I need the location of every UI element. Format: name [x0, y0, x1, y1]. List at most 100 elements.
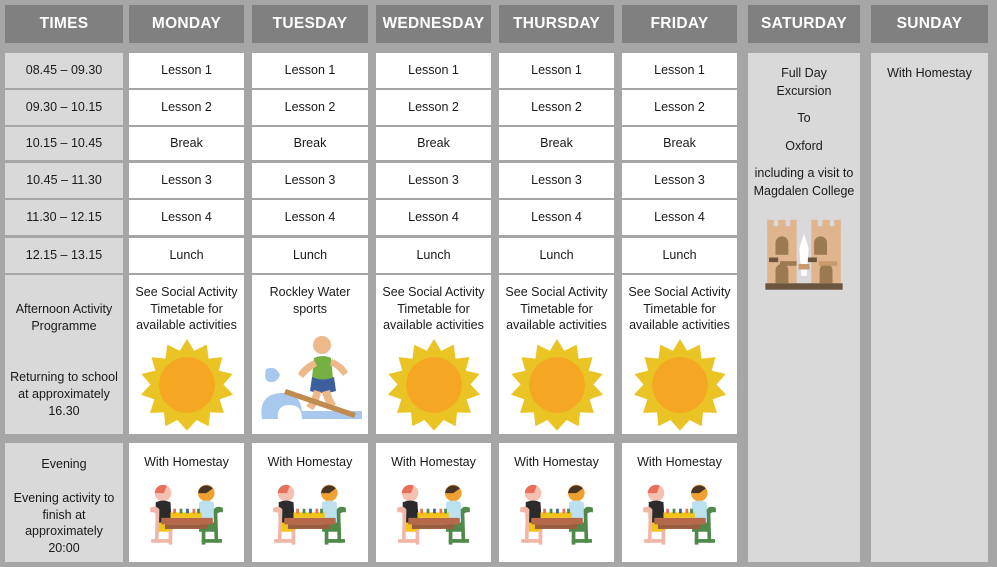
cell-tuesday-slot3: Break	[252, 127, 368, 160]
header-friday-label: FRIDAY	[650, 15, 709, 32]
time-slot-2: 09.30 – 10.15	[5, 90, 123, 125]
header-sunday: SUNDAY	[871, 5, 988, 43]
cell-friday-slot2: Lesson 2	[622, 90, 737, 125]
cell-label: With Homestay	[391, 455, 476, 469]
cell-sunday-homestay: With Homestay	[871, 53, 988, 562]
homestay-dining-icon	[376, 471, 491, 562]
cell-label: Lesson 2	[284, 100, 336, 115]
sunday-label: With Homestay	[887, 66, 972, 80]
time-slot-5: 11.30 – 12.15	[5, 200, 123, 235]
time-slot-2-label: 09.30 – 10.15	[25, 100, 103, 115]
cell-thursday-slot1: Lesson 1	[499, 53, 614, 88]
cell-monday-slot4: Lesson 3	[129, 163, 244, 198]
header-monday: MONDAY	[129, 5, 244, 43]
cell-friday-slot1: Lesson 1	[622, 53, 737, 88]
cell-label: Lesson 3	[284, 173, 336, 188]
cell-thursday-slot3: Break	[499, 127, 614, 160]
time-slot-afternoon: Afternoon Activity Programme Returning t…	[5, 275, 123, 434]
cell-wednesday-slot6: Lunch	[376, 238, 491, 273]
cell-wednesday-slot5: Lesson 4	[376, 200, 491, 235]
cell-tuesday-afternoon: Rockley Water sports	[252, 275, 368, 434]
homestay-dining-icon	[499, 471, 614, 562]
time-slot-1-label: 08.45 – 09.30	[25, 63, 103, 78]
cell-label: See Social Activity Timetable for availa…	[628, 285, 731, 332]
sun-icon	[129, 334, 244, 435]
cell-wednesday-slot2: Lesson 2	[376, 90, 491, 125]
cell-label: Lunch	[539, 248, 574, 263]
cell-label: With Homestay	[144, 455, 229, 469]
cell-label: Break	[417, 136, 450, 151]
time-slot-6: 12.15 – 13.15	[5, 238, 123, 273]
cell-label: Lunch	[169, 248, 204, 263]
cell-label: Lesson 3	[654, 173, 705, 188]
cell-label: See Social Activity Timetable for availa…	[135, 285, 238, 332]
cell-tuesday-slot6: Lunch	[252, 238, 368, 273]
cell-friday-slot5: Lesson 4	[622, 200, 737, 235]
cell-thursday-evening: With Homestay	[499, 443, 614, 562]
cell-tuesday-slot1: Lesson 1	[252, 53, 368, 88]
time-slot-4: 10.45 – 11.30	[5, 163, 123, 198]
cell-label: With Homestay	[637, 455, 722, 469]
saturday-to: To	[797, 111, 811, 125]
header-wednesday-label: WEDNESDAY	[382, 15, 485, 32]
cell-wednesday-slot3: Break	[376, 127, 491, 160]
sun-icon	[376, 334, 491, 435]
time-slot-6-label: 12.15 – 13.15	[25, 248, 103, 263]
header-times: TIMES	[5, 5, 123, 43]
cell-monday-slot6: Lunch	[129, 238, 244, 273]
header-friday: FRIDAY	[622, 5, 737, 43]
header-saturday-label: SATURDAY	[761, 15, 847, 32]
weekly-timetable: TIMES MONDAY TUESDAY WEDNESDAY THURSDAY …	[0, 0, 997, 567]
homestay-dining-icon	[622, 471, 737, 562]
cell-label: Lunch	[416, 248, 451, 263]
cell-label: Lesson 1	[161, 63, 212, 78]
cell-label: Lesson 4	[531, 210, 582, 225]
cell-tuesday-slot4: Lesson 3	[252, 163, 368, 198]
cell-label: Break	[293, 136, 327, 151]
cell-label: Rockley Water sports	[269, 285, 351, 316]
time-slot-3: 10.15 – 10.45	[5, 127, 123, 160]
cell-thursday-slot4: Lesson 3	[499, 163, 614, 198]
cell-label: Lesson 4	[284, 210, 336, 225]
castle-icon	[748, 200, 860, 298]
cell-tuesday-evening: With Homestay	[252, 443, 368, 562]
cell-label: See Social Activity Timetable for availa…	[382, 285, 485, 332]
sun-icon	[622, 334, 737, 435]
cell-label: Lesson 2	[654, 100, 705, 115]
time-slot-evening: Evening Evening activity to finish at ap…	[5, 443, 123, 562]
saturday-destination: Oxford	[785, 138, 823, 153]
surfer-icon	[252, 317, 368, 434]
cell-label: See Social Activity Timetable for availa…	[505, 285, 608, 332]
time-slot-evening-label: Evening Evening activity to finish at ap…	[13, 456, 115, 556]
cell-thursday-slot6: Lunch	[499, 238, 614, 273]
homestay-dining-icon	[129, 471, 244, 562]
cell-monday-slot5: Lesson 4	[129, 200, 244, 235]
cell-label: Lesson 3	[531, 173, 582, 188]
time-slot-4-label: 10.45 – 11.30	[26, 173, 102, 188]
header-thursday: THURSDAY	[499, 5, 614, 43]
cell-label: With Homestay	[267, 455, 353, 469]
header-tuesday-label: TUESDAY	[272, 15, 348, 32]
cell-label: Lesson 3	[161, 173, 212, 188]
cell-wednesday-afternoon: See Social Activity Timetable for availa…	[376, 275, 491, 434]
cell-label: Lesson 2	[408, 100, 459, 115]
header-saturday: SATURDAY	[748, 5, 860, 43]
cell-friday-evening: With Homestay	[622, 443, 737, 562]
cell-label: Lesson 4	[161, 210, 212, 225]
header-monday-label: MONDAY	[151, 15, 222, 32]
cell-label: Lesson 1	[654, 63, 705, 78]
cell-monday-afternoon: See Social Activity Timetable for availa…	[129, 275, 244, 434]
cell-thursday-afternoon: See Social Activity Timetable for availa…	[499, 275, 614, 434]
cell-monday-slot1: Lesson 1	[129, 53, 244, 88]
cell-wednesday-evening: With Homestay	[376, 443, 491, 562]
cell-thursday-slot5: Lesson 4	[499, 200, 614, 235]
cell-label: Lesson 2	[161, 100, 212, 115]
cell-monday-evening: With Homestay	[129, 443, 244, 562]
cell-saturday-excursion: Full Day Excursion To Oxford including a…	[748, 53, 860, 562]
cell-label: Lesson 1	[284, 63, 336, 78]
sun-icon	[499, 334, 614, 435]
saturday-detail: including a visit to Magdalen College	[753, 166, 855, 198]
cell-label: Lunch	[292, 248, 328, 263]
cell-label: Lesson 3	[408, 173, 459, 188]
homestay-dining-icon	[252, 471, 368, 562]
